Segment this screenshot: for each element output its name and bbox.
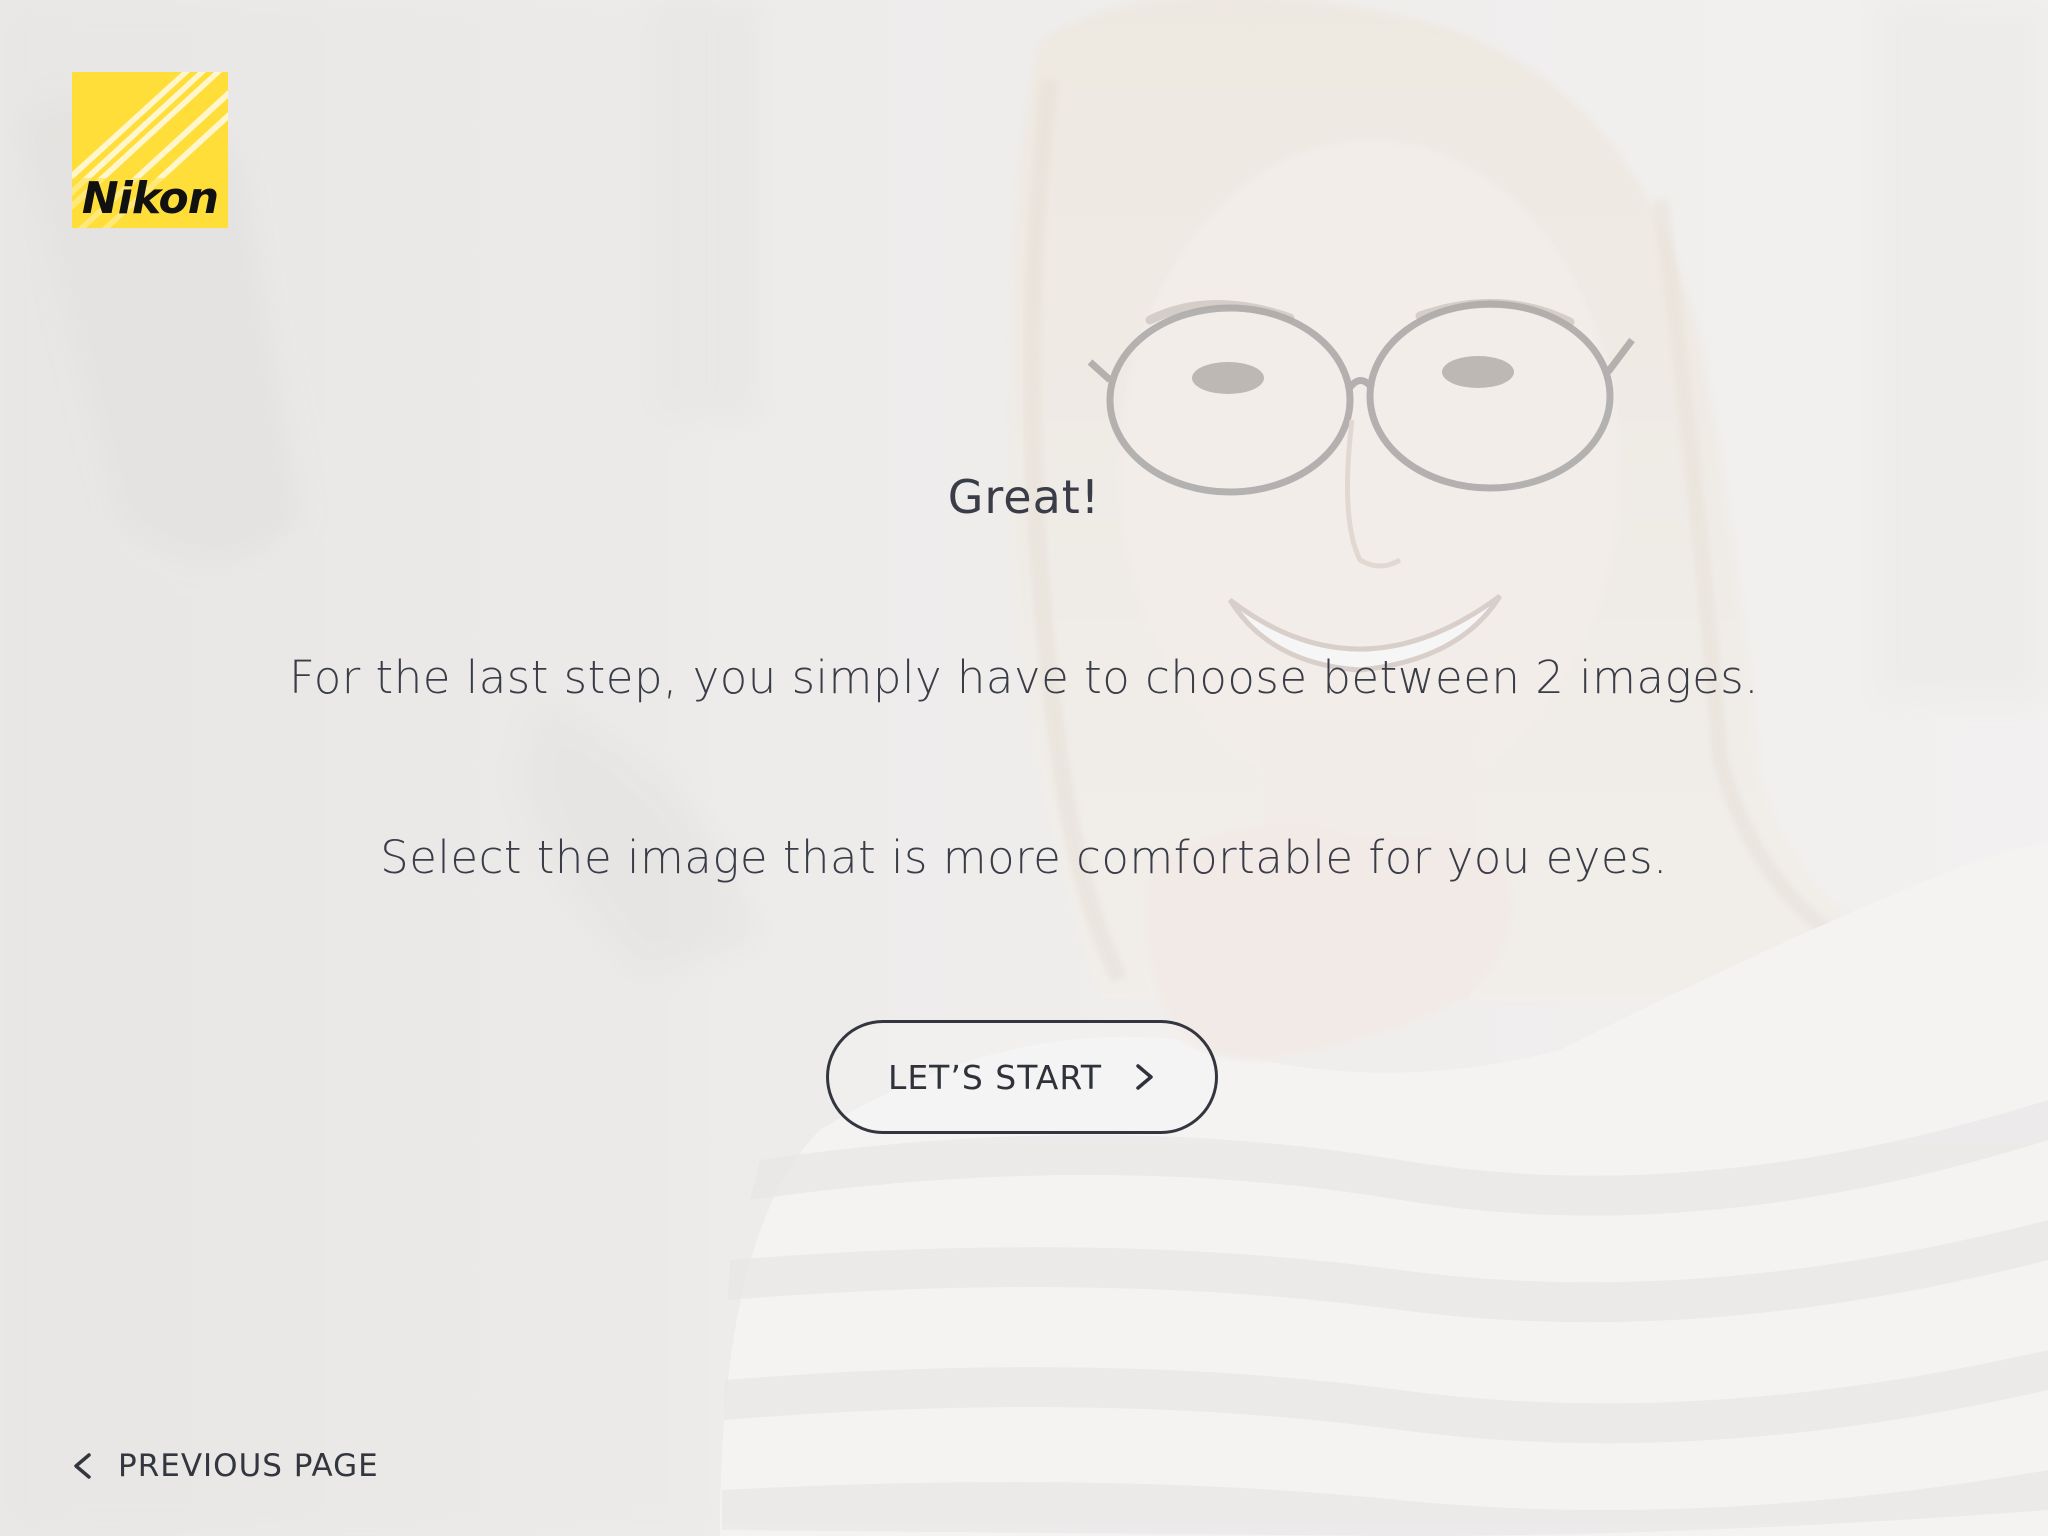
previous-page-link[interactable]: PREVIOUS PAGE — [72, 1446, 379, 1486]
main-content: Great! For the last step, you simply hav… — [0, 0, 2048, 1536]
lets-start-button[interactable]: LET’S START — [826, 1020, 1218, 1134]
instruction-text-1: For the last step, you simply have to ch… — [288, 651, 1760, 704]
previous-page-label: PREVIOUS PAGE — [118, 1448, 379, 1484]
instruction-text-2: Select the image that is more comfortabl… — [380, 831, 1668, 884]
app-screen: Nikon Great! For the last step, you simp… — [0, 0, 2048, 1536]
chevron-left-icon — [74, 1453, 91, 1479]
page-title: Great! — [947, 470, 1101, 524]
lets-start-label: LET’S START — [887, 1057, 1103, 1097]
chevron-right-icon — [1136, 1064, 1153, 1090]
